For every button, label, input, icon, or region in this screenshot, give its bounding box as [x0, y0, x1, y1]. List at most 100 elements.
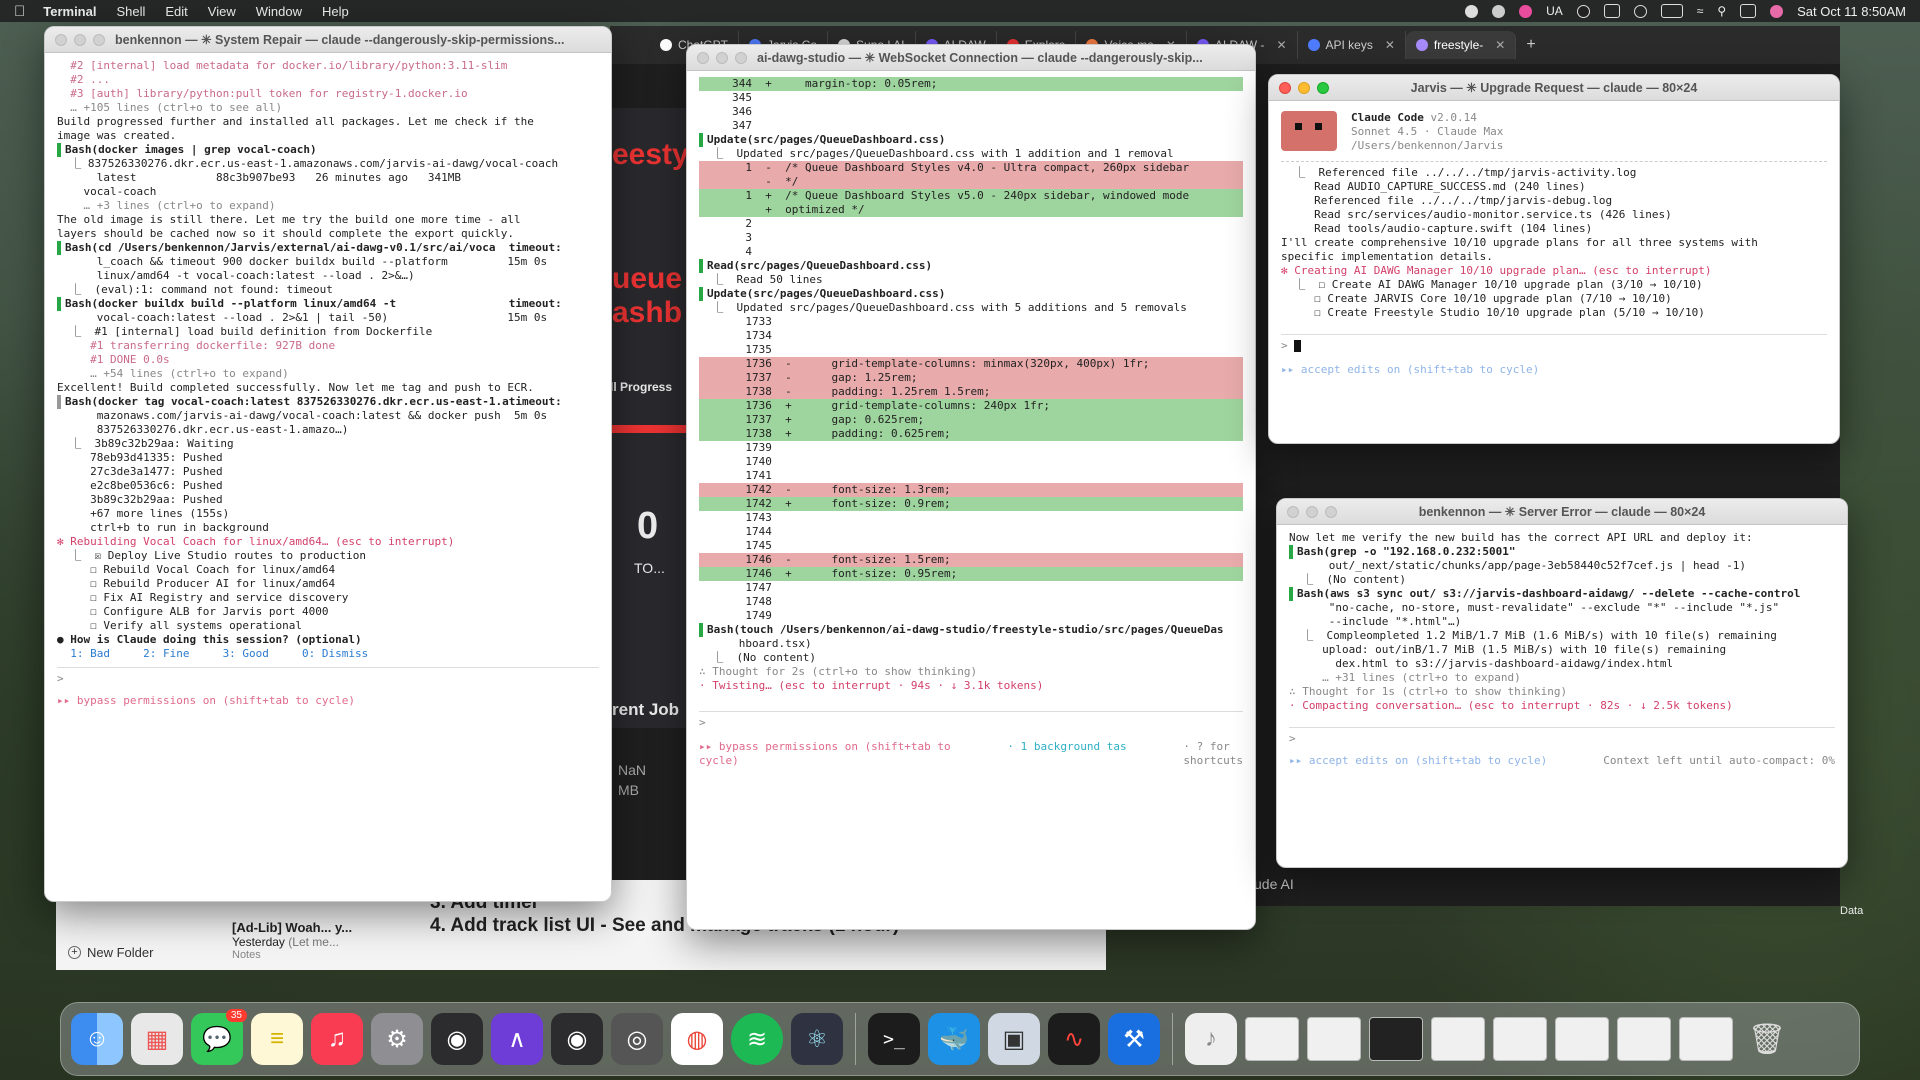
- wifi-icon[interactable]: ≈: [1697, 4, 1704, 18]
- xcode-icon[interactable]: ⚒: [1108, 1013, 1160, 1065]
- zoom-button[interactable]: [1317, 81, 1329, 94]
- terminal-line: 1746 + font-size: 0.95rem;: [699, 567, 1243, 581]
- terminal-line: 27c3de3a1477: Pushed: [57, 465, 223, 478]
- status-icon-4[interactable]: [1576, 4, 1590, 18]
- zoom-button[interactable]: [93, 33, 105, 46]
- compressor-icon[interactable]: ◎: [611, 1013, 663, 1065]
- terminal-output[interactable]: Claude Code v2.0.14 Sonnet 4.5 · Claude …: [1269, 101, 1839, 383]
- clock[interactable]: Sat Oct 11 8:50AM: [1797, 4, 1906, 19]
- menu-edit[interactable]: Edit: [165, 4, 187, 19]
- apple-menu-icon[interactable]: : [14, 3, 25, 20]
- system-settings-icon[interactable]: ⚙: [371, 1013, 423, 1065]
- terminal-output[interactable]: #2 [internal] load metadata for docker.i…: [45, 53, 611, 714]
- window-titlebar[interactable]: Jarvis — ✳ Upgrade Request — claude — 80…: [1269, 75, 1839, 101]
- window-thumbnail[interactable]: [1369, 1017, 1423, 1061]
- window-titlebar[interactable]: benkennon — ✳ System Repair — claude --d…: [45, 27, 611, 53]
- window-thumbnail[interactable]: [1617, 1017, 1671, 1061]
- menu-help[interactable]: Help: [322, 4, 349, 19]
- docker-icon[interactable]: 🐳: [928, 1013, 980, 1065]
- battery-icon[interactable]: [1660, 4, 1683, 18]
- terminal-output[interactable]: Now let me verify the new build has the …: [1277, 525, 1847, 774]
- close-icon[interactable]: ✕: [1276, 38, 1286, 52]
- terminal-line: Update(src/pages/QueueDashboard.css): [699, 133, 1243, 147]
- electron-icon[interactable]: ⚛: [791, 1013, 843, 1065]
- terminal-output[interactable]: 344 + margin-top: 0.05rem; 345 346 347 Up…: [687, 71, 1255, 774]
- new-tab-button[interactable]: +: [1516, 31, 1545, 59]
- minimize-button[interactable]: [716, 51, 728, 64]
- siri-icon[interactable]: [1770, 4, 1784, 18]
- close-icon[interactable]: ✕: [1495, 38, 1505, 52]
- search-icon[interactable]: ⚲: [1717, 4, 1726, 18]
- new-folder-button[interactable]: + New Folder: [68, 945, 153, 960]
- terminal-line: 1744: [699, 525, 772, 538]
- background-tasks[interactable]: · 1 background tas: [1007, 740, 1126, 768]
- messages-badge: 35: [225, 1009, 247, 1022]
- prompt-input[interactable]: >: [1281, 334, 1827, 353]
- terminal-window-websocket[interactable]: ai-dawg-studio — ✳ WebSocket Connection …: [686, 44, 1256, 930]
- spotify-icon[interactable]: ≋: [731, 1013, 783, 1065]
- notes-icon[interactable]: ≡: [251, 1013, 303, 1065]
- window-thumbnail[interactable]: [1307, 1017, 1361, 1061]
- music-file-icon[interactable]: ♪: [1185, 1013, 1237, 1065]
- terminal-window-server-error[interactable]: benkennon — ✳ Server Error — claude — 80…: [1276, 498, 1848, 868]
- minimize-button[interactable]: [74, 33, 86, 46]
- arc-icon[interactable]: ∧: [491, 1013, 543, 1065]
- window-thumbnail[interactable]: [1679, 1017, 1733, 1061]
- zoom-button[interactable]: [735, 51, 747, 64]
- close-button[interactable]: [1287, 505, 1299, 518]
- minimize-button[interactable]: [1306, 505, 1318, 518]
- preview-icon[interactable]: ▣: [988, 1013, 1040, 1065]
- window-thumbnail[interactable]: [1493, 1017, 1547, 1061]
- status-icon-5[interactable]: [1603, 4, 1620, 18]
- status-icon-3[interactable]: [1519, 4, 1533, 18]
- close-button[interactable]: [697, 51, 709, 64]
- zoom-button[interactable]: [1325, 505, 1337, 518]
- status-icon-1[interactable]: [1465, 4, 1479, 18]
- terminal-line: 1741: [699, 469, 772, 482]
- window-thumbnail[interactable]: [1245, 1017, 1299, 1061]
- control-center-icon[interactable]: [1740, 4, 1757, 18]
- launchpad-icon[interactable]: ▦: [131, 1013, 183, 1065]
- browser-tab-active[interactable]: freestyle- ✕: [1405, 31, 1517, 59]
- minimize-button[interactable]: [1298, 81, 1310, 94]
- prompt-input[interactable]: >: [699, 711, 1243, 730]
- status-icon-2[interactable]: [1492, 4, 1506, 18]
- terminal-line: 837526330276.dkr.ecr.us-east-1.amazo…): [57, 423, 349, 436]
- close-button[interactable]: [1279, 81, 1291, 94]
- terminal-line: 3: [699, 231, 752, 244]
- terminal-line: Referenced file ../../../tmp/jarvis-debu…: [1281, 194, 1613, 207]
- browser-tab[interactable]: API keys ✕: [1298, 31, 1406, 59]
- terminal-icon[interactable]: >_: [868, 1013, 920, 1065]
- terminal-line: … +31 lines (ctrl+o to expand): [1289, 671, 1521, 684]
- note-list-item[interactable]: [Ad-Lib] Woah... y... Yesterday (Let me.…: [232, 920, 352, 961]
- menu-view[interactable]: View: [208, 4, 236, 19]
- logic-icon[interactable]: ◉: [431, 1013, 483, 1065]
- window-thumbnail[interactable]: [1555, 1017, 1609, 1061]
- music-icon[interactable]: ♫: [311, 1013, 363, 1065]
- window-titlebar[interactable]: benkennon — ✳ Server Error — claude — 80…: [1277, 499, 1847, 525]
- terminal-line: hboard.tsx): [699, 637, 812, 650]
- menu-app-name[interactable]: Terminal: [43, 4, 96, 19]
- chrome-icon[interactable]: ◍: [671, 1013, 723, 1065]
- terminal-window-upgrade-request[interactable]: Jarvis — ✳ Upgrade Request — claude — 80…: [1268, 74, 1840, 444]
- logic2-icon[interactable]: ◉: [551, 1013, 603, 1065]
- trash-icon[interactable]: 🗑: [1741, 1013, 1793, 1065]
- messages-icon[interactable]: 💬 35: [191, 1009, 247, 1065]
- close-button[interactable]: [55, 33, 67, 46]
- input-locale[interactable]: UA: [1546, 4, 1563, 18]
- voice-memos-icon[interactable]: ∿: [1048, 1013, 1100, 1065]
- finder-icon[interactable]: ☺: [71, 1013, 123, 1065]
- prompt-input[interactable]: >: [57, 667, 599, 686]
- terminal-line: Bash(docker images | grep vocal-coach): [57, 143, 599, 157]
- close-icon[interactable]: ✕: [1385, 38, 1395, 52]
- terminal-line: specific implementation details.: [1281, 250, 1493, 263]
- terminal-line: Bash(docker tag vocal-coach:latest 83752…: [57, 395, 599, 409]
- prompt-input[interactable]: >: [1289, 727, 1835, 746]
- play-icon[interactable]: [1633, 4, 1647, 18]
- window-thumbnail[interactable]: [1431, 1017, 1485, 1061]
- terminal-line: linux/amd64 -t vocal-coach:latest --load…: [57, 269, 415, 282]
- terminal-window-system-repair[interactable]: benkennon — ✳ System Repair — claude --d…: [44, 26, 612, 902]
- window-titlebar[interactable]: ai-dawg-studio — ✳ WebSocket Connection …: [687, 45, 1255, 71]
- menu-window[interactable]: Window: [256, 4, 302, 19]
- menu-shell[interactable]: Shell: [116, 4, 145, 19]
